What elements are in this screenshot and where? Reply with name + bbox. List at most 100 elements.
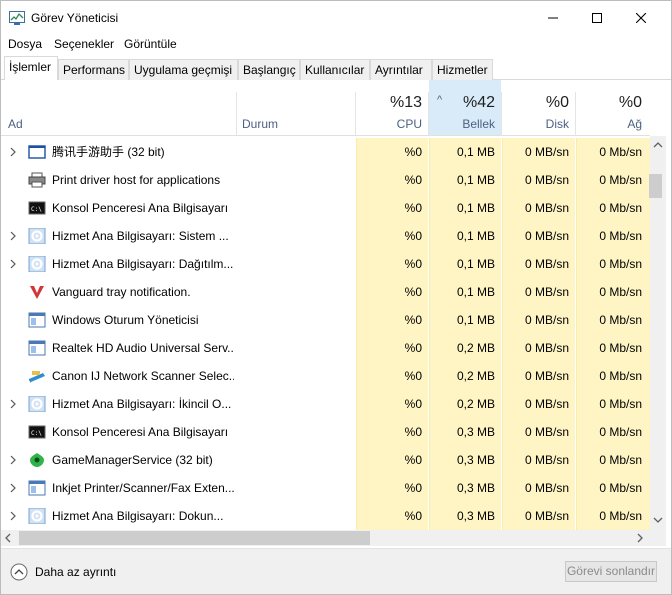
cpu-value: %0 — [356, 390, 428, 418]
tab-details[interactable]: Ayrıntılar — [370, 59, 432, 80]
cpu-value: %0 — [356, 362, 428, 390]
chevron-right-icon[interactable] — [8, 454, 18, 466]
gear-icon — [28, 396, 46, 412]
sort-ascending-icon: ^ — [437, 94, 443, 106]
column-name[interactable]: Ad — [0, 80, 236, 135]
tab-services[interactable]: Hizmetler — [432, 59, 493, 80]
table-row[interactable]: Hizmet Ana Bilgisayarı: Sistem ... %0 0,… — [0, 222, 650, 250]
memory-value: 0,1 MB — [429, 250, 501, 278]
maximize-icon — [592, 13, 602, 23]
menu-file[interactable]: Dosya — [8, 37, 42, 51]
network-value: 0 Mb/sn — [576, 250, 650, 278]
memory-value: 0,1 MB — [429, 194, 501, 222]
tab-users[interactable]: Kullanıcılar — [300, 59, 370, 80]
horizontal-scroll-thumb[interactable] — [19, 531, 370, 545]
menu-options[interactable]: Seçenekler — [54, 37, 114, 51]
column-disk-label: Disk — [545, 117, 569, 131]
process-name: Hizmet Ana Bilgisayarı: Dağıtılm... — [52, 257, 234, 271]
table-row[interactable]: Print driver host for applications %0 0,… — [0, 166, 650, 194]
disk-value: 0 MB/sn — [502, 334, 575, 362]
disk-value: 0 MB/sn — [502, 194, 575, 222]
disk-value: 0 MB/sn — [502, 250, 575, 278]
app-window-icon — [28, 312, 46, 328]
disk-value: 0 MB/sn — [502, 502, 575, 530]
network-value: 0 Mb/sn — [576, 278, 650, 306]
column-disk[interactable]: %0 Disk — [502, 80, 575, 135]
column-network[interactable]: %0 Ağ — [576, 80, 650, 135]
table-row[interactable]: 腾讯手游助手 (32 bit) %0 0,1 MB 0 MB/sn 0 Mb/s… — [0, 138, 650, 166]
chevron-left-icon[interactable] — [4, 533, 12, 543]
table-row[interactable]: Hizmet Ana Bilgisayarı: Dağıtılm... %0 0… — [0, 250, 650, 278]
column-cpu[interactable]: %13 CPU — [356, 80, 428, 135]
memory-total-percent: %42 — [462, 94, 495, 111]
chevron-right-icon[interactable] — [8, 482, 18, 494]
process-name: Windows Oturum Yöneticisi — [52, 313, 199, 327]
chevron-right-icon[interactable] — [8, 230, 18, 242]
table-row[interactable]: Vanguard tray notification. %0 0,1 MB 0 … — [0, 278, 650, 306]
tab-startup[interactable]: Başlangıç — [238, 59, 300, 80]
close-icon — [636, 13, 646, 23]
disk-value: 0 MB/sn — [502, 166, 575, 194]
cpu-value: %0 — [356, 446, 428, 474]
table-row[interactable]: GameManagerService (32 bit) %0 0,3 MB 0 … — [0, 446, 650, 474]
chevron-right-icon[interactable] — [8, 146, 18, 158]
cpu-value: %0 — [356, 222, 428, 250]
column-memory[interactable]: ^ %42 Bellek — [429, 80, 501, 135]
chevron-right-icon[interactable] — [8, 258, 18, 270]
minimize-button[interactable] — [530, 0, 576, 36]
memory-value: 0,1 MB — [429, 306, 501, 334]
close-button[interactable] — [618, 0, 664, 36]
fewer-details-link[interactable]: Daha az ayrıntı — [35, 565, 116, 579]
window-icon — [28, 145, 46, 159]
network-value: 0 Mb/sn — [576, 222, 650, 250]
chevron-up-icon[interactable] — [653, 141, 663, 149]
vertical-scroll-thumb[interactable] — [649, 174, 662, 198]
network-value: 0 Mb/sn — [576, 306, 650, 334]
table-row[interactable]: C:\ Konsol Penceresi Ana Bilgisayarı %0 … — [0, 194, 650, 222]
chevron-right-icon[interactable] — [8, 398, 18, 410]
disk-value: 0 MB/sn — [502, 222, 575, 250]
process-list[interactable]: 腾讯手游助手 (32 bit) %0 0,1 MB 0 MB/sn 0 Mb/s… — [0, 138, 650, 530]
column-status[interactable]: Durum — [237, 80, 355, 135]
maximize-button[interactable] — [574, 0, 620, 36]
process-name: Konsol Penceresi Ana Bilgisayarı — [52, 425, 229, 439]
process-name: Realtek HD Audio Universal Serv... — [52, 341, 234, 355]
column-network-label: Ağ — [627, 117, 642, 131]
end-task-button[interactable]: Görevi sonlandır — [565, 561, 657, 582]
table-row[interactable]: Inkjet Printer/Scanner/Fax Exten... %0 0… — [0, 474, 650, 502]
network-total-percent: %0 — [618, 94, 642, 111]
razer-icon — [30, 453, 44, 467]
process-name: Hizmet Ana Bilgisayarı: İkincil O... — [52, 397, 232, 411]
cpu-value: %0 — [356, 418, 428, 446]
network-value: 0 Mb/sn — [576, 390, 650, 418]
memory-value: 0,3 MB — [429, 502, 501, 530]
chevron-up-circle-icon[interactable] — [10, 563, 28, 581]
table-row[interactable]: Windows Oturum Yöneticisi %0 0,1 MB 0 MB… — [0, 306, 650, 334]
network-value: 0 Mb/sn — [576, 166, 650, 194]
process-name: Konsol Penceresi Ana Bilgisayarı — [52, 201, 229, 215]
process-name: Print driver host for applications — [52, 173, 221, 187]
cpu-value: %0 — [356, 166, 428, 194]
table-row[interactable]: Canon IJ Network Scanner Selec... %0 0,2… — [0, 362, 650, 390]
chevron-right-icon[interactable] — [8, 510, 18, 522]
table-row[interactable]: C:\ Konsol Penceresi Ana Bilgisayarı %0 … — [0, 418, 650, 446]
network-value: 0 Mb/sn — [576, 474, 650, 502]
menu-view[interactable]: Görüntüle — [124, 37, 177, 51]
table-row[interactable]: Hizmet Ana Bilgisayarı: İkincil O... %0 … — [0, 390, 650, 418]
tab-processes[interactable]: İşlemler — [4, 56, 58, 81]
title-bar[interactable]: Görev Yöneticisi — [0, 0, 672, 36]
chevron-right-icon[interactable] — [636, 533, 644, 543]
process-name: Inkjet Printer/Scanner/Fax Exten... — [52, 481, 234, 495]
task-manager-icon — [9, 11, 25, 25]
chevron-down-icon[interactable] — [653, 516, 663, 524]
disk-value: 0 MB/sn — [502, 138, 575, 166]
tab-performance[interactable]: Performans — [58, 59, 129, 80]
memory-value: 0,1 MB — [429, 166, 501, 194]
cpu-value: %0 — [356, 334, 428, 362]
process-name: Hizmet Ana Bilgisayarı: Dokun... — [52, 509, 224, 523]
tab-app-history[interactable]: Uygulama geçmişi — [129, 59, 238, 80]
table-row[interactable]: Hizmet Ana Bilgisayarı: Dokun... %0 0,3 … — [0, 502, 650, 530]
app-window-icon — [28, 480, 46, 496]
memory-value: 0,1 MB — [429, 278, 501, 306]
table-row[interactable]: Realtek HD Audio Universal Serv... %0 0,… — [0, 334, 650, 362]
